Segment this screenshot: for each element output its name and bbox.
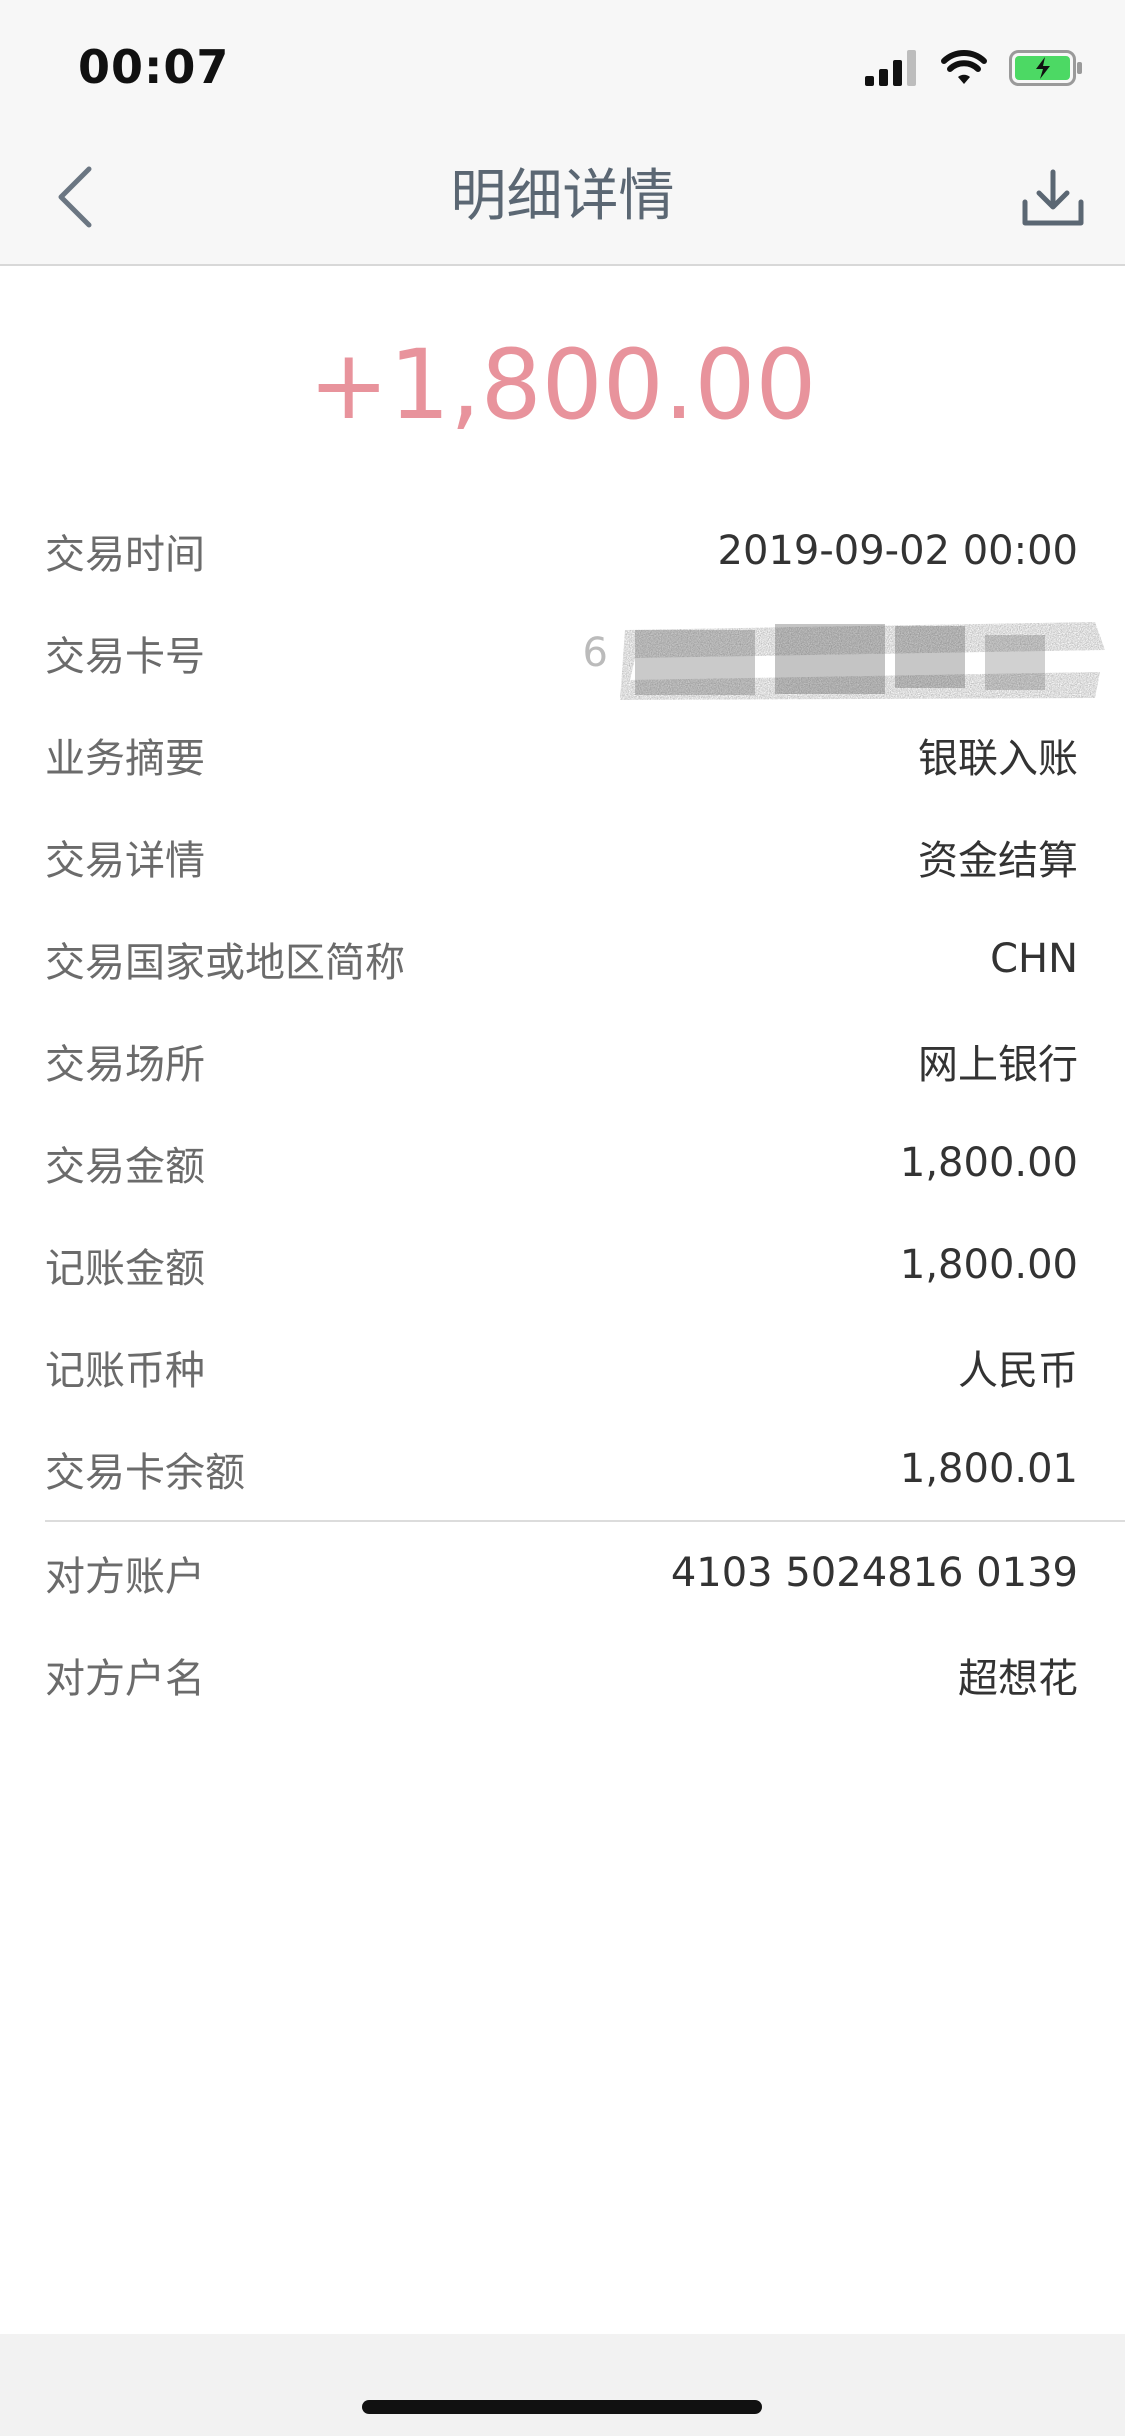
detail-label: 交易时间 bbox=[45, 532, 205, 578]
detail-row-card-balance: 交易卡余额 1,800.01 bbox=[45, 1418, 1125, 1520]
detail-row-venue: 交易场所 网上银行 bbox=[45, 1010, 1125, 1112]
detail-row-counterparty-name: 对方户名 超想花 bbox=[45, 1624, 1125, 1726]
detail-row-transaction-amount: 交易金额 1,800.00 bbox=[45, 1112, 1125, 1214]
detail-label: 记账币种 bbox=[45, 1348, 205, 1394]
detail-value: 2019-09-02 00:00 bbox=[717, 528, 1078, 574]
detail-value: CHN bbox=[990, 936, 1078, 982]
detail-list: 交易时间 2019-09-02 00:00 交易卡号 6 业务摘要 银联入账 交… bbox=[45, 500, 1125, 1726]
detail-value: 网上银行 bbox=[918, 1042, 1078, 1088]
detail-row-counterparty-account: 对方账户 4103 5024816 0139 bbox=[45, 1522, 1125, 1624]
detail-value: 超想花 bbox=[958, 1656, 1078, 1702]
status-icons bbox=[865, 46, 1083, 90]
download-icon bbox=[1022, 169, 1084, 226]
detail-row-posted-amount: 记账金额 1,800.00 bbox=[45, 1214, 1125, 1316]
detail-label: 对方账户 bbox=[45, 1554, 205, 1600]
battery-charging-icon bbox=[1009, 50, 1082, 86]
download-button[interactable] bbox=[1013, 158, 1093, 238]
detail-label: 交易详情 bbox=[45, 838, 205, 884]
detail-label: 交易金额 bbox=[45, 1144, 205, 1190]
page-title: 明细详情 bbox=[450, 164, 675, 229]
detail-row-transaction-time: 交易时间 2019-09-02 00:00 bbox=[45, 500, 1125, 602]
detail-row-country-code: 交易国家或地区简称 CHN bbox=[45, 908, 1125, 1010]
redaction-scribble bbox=[620, 622, 1105, 700]
detail-value: 1,800.00 bbox=[899, 1242, 1078, 1288]
nav-bar: 明细详情 bbox=[0, 132, 1125, 266]
detail-row-card-number: 交易卡号 6 bbox=[45, 602, 1125, 704]
detail-row-transaction-details: 交易详情 资金结算 bbox=[45, 806, 1125, 908]
status-time: 00:07 bbox=[78, 40, 230, 94]
detail-label: 交易国家或地区简称 bbox=[45, 940, 405, 986]
detail-value: 1,800.01 bbox=[899, 1446, 1078, 1492]
signal-icon bbox=[865, 50, 916, 86]
detail-value: 资金结算 bbox=[918, 838, 1078, 884]
detail-label: 业务摘要 bbox=[45, 736, 205, 782]
detail-label: 交易场所 bbox=[45, 1042, 205, 1088]
detail-value: 1,800.00 bbox=[899, 1140, 1078, 1186]
home-indicator[interactable] bbox=[362, 2400, 762, 2414]
detail-value: 4103 5024816 0139 bbox=[670, 1550, 1078, 1596]
detail-row-currency: 记账币种 人民币 bbox=[45, 1316, 1125, 1418]
transaction-amount: +1,800.00 bbox=[308, 329, 817, 441]
wifi-icon bbox=[941, 50, 987, 84]
bottom-bar bbox=[0, 2334, 1125, 2436]
detail-label: 记账金额 bbox=[45, 1246, 205, 1292]
status-bar: 00:07 bbox=[0, 0, 1125, 132]
detail-label: 交易卡号 bbox=[45, 634, 205, 680]
detail-label: 交易卡余额 bbox=[45, 1450, 245, 1496]
detail-label: 对方户名 bbox=[45, 1656, 205, 1702]
detail-row-business-summary: 业务摘要 银联入账 bbox=[45, 704, 1125, 806]
detail-value: 人民币 bbox=[958, 1348, 1078, 1394]
detail-value: 银联入账 bbox=[918, 736, 1078, 782]
